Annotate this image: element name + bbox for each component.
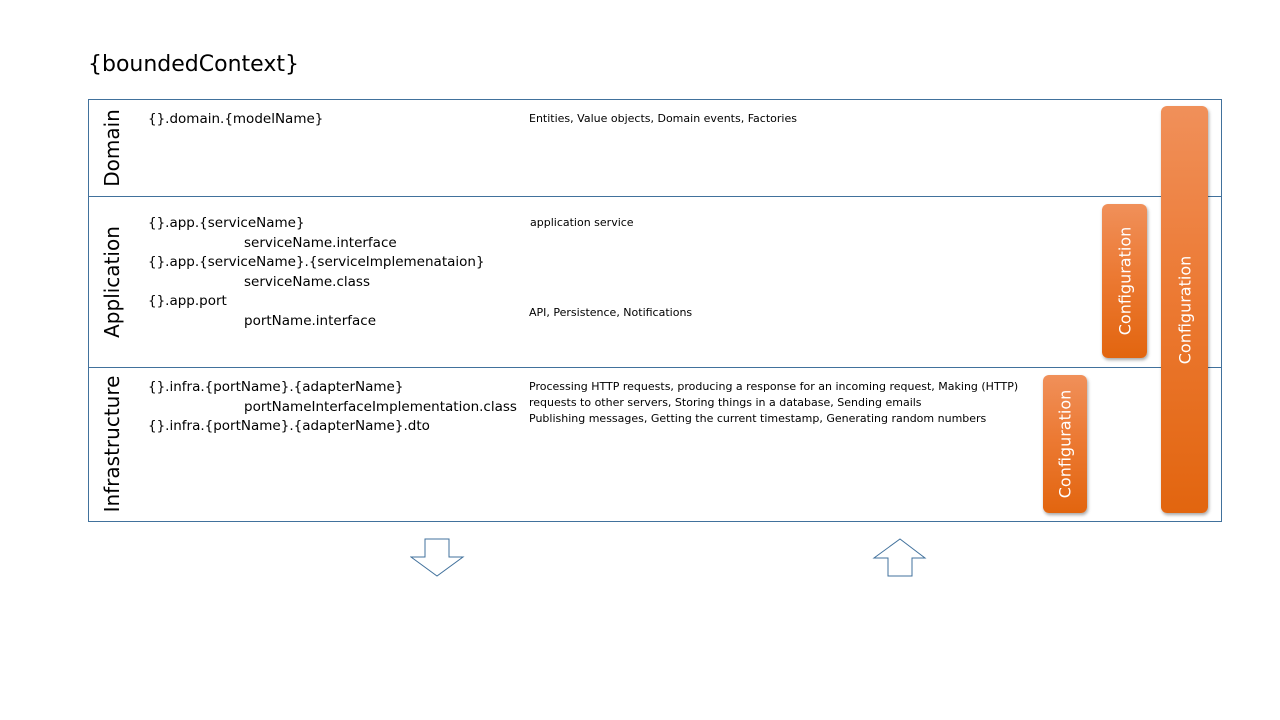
diagram-title: {boundedContext} [88, 52, 299, 77]
package-line: portName.interface [244, 312, 377, 329]
package-line: {}.infra.{portName}.{adapterName}.dto [148, 418, 430, 434]
up-arrow-icon [872, 538, 927, 577]
description-line: requests to other servers, Storing thing… [529, 396, 922, 409]
configuration-bar-application: Configuration [1102, 204, 1147, 358]
package-line: serviceName.interface [244, 234, 397, 251]
package-line: serviceName.class [244, 273, 370, 290]
domain-descriptions: Entities, Value objects, Domain events, … [529, 111, 797, 127]
package-line: portNameInterfaceImplementation.class [244, 398, 517, 415]
layer-divider-domain-application [88, 196, 1222, 197]
up-arrow-shape [872, 538, 927, 577]
infrastructure-packages: {}.infra.{portName}.{adapterName} portNa… [148, 378, 517, 437]
package-line: {}.app.{serviceName}.{serviceImplemenata… [148, 254, 485, 270]
description-line: Publishing messages, Getting the current… [529, 412, 987, 425]
layer-divider-application-infrastructure [88, 367, 1222, 368]
package-line: {}.infra.{portName}.{adapterName} [148, 379, 404, 395]
infrastructure-descriptions: Processing HTTP requests, producing a re… [529, 379, 1018, 427]
domain-packages: {}.domain.{modelName} [148, 110, 323, 130]
package-line: {}.app.port [148, 293, 227, 309]
configuration-bar-all-layers: Configuration [1161, 106, 1208, 513]
description-line: Entities, Value objects, Domain events, … [529, 112, 797, 125]
description-line: Processing HTTP requests, producing a re… [529, 380, 1019, 393]
description-line: application service [530, 216, 634, 229]
package-line: {}.app.{serviceName} [148, 215, 305, 231]
down-arrow-icon [410, 538, 465, 577]
application-description-service: application service [530, 215, 634, 231]
down-arrow-shape [410, 538, 465, 577]
package-line: {}.domain.{modelName} [148, 111, 324, 127]
configuration-bar-infrastructure: Configuration [1043, 375, 1087, 513]
application-description-ports: API, Persistence, Notifications [529, 305, 692, 321]
application-packages: {}.app.{serviceName} serviceName.interfa… [148, 214, 485, 331]
description-line: API, Persistence, Notifications [529, 306, 693, 319]
